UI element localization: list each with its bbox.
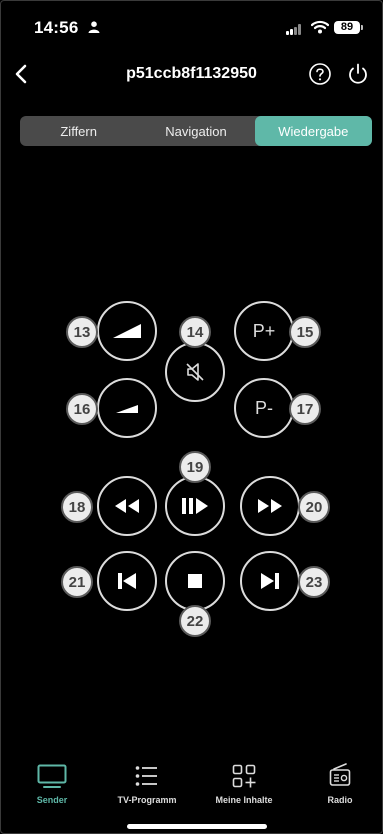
- volume-down-button[interactable]: [97, 378, 157, 438]
- tabbar-label-radio: Radio: [327, 795, 353, 805]
- badge-23: 23: [298, 566, 330, 598]
- tv-icon: [37, 764, 67, 788]
- badge-19: 19: [179, 451, 211, 483]
- program-up-label: P+: [252, 320, 276, 341]
- rewind-button[interactable]: [97, 476, 157, 536]
- status-time: 14:56: [34, 18, 79, 37]
- mute-button[interactable]: [165, 342, 225, 402]
- play-pause-icon: [182, 498, 208, 514]
- badge-17: 17: [289, 393, 321, 425]
- radio-icon: [329, 763, 351, 786]
- volume-down-icon: [116, 405, 138, 413]
- status-bar: 14:56 89: [0, 0, 383, 52]
- signal-icon: [286, 24, 304, 35]
- power-icon[interactable]: [346, 62, 370, 86]
- next-button[interactable]: [240, 551, 300, 611]
- stop-icon: [188, 574, 202, 588]
- fast-forward-icon: [258, 499, 282, 513]
- volume-up-button[interactable]: [97, 301, 157, 361]
- program-up-button[interactable]: P+: [234, 301, 294, 361]
- mode-segmented-control: Ziffern Navigation Wiedergabe: [20, 116, 372, 146]
- badge-16: 16: [66, 393, 98, 425]
- skip-next-icon: [261, 573, 279, 589]
- skip-previous-icon: [118, 573, 136, 589]
- badge-14: 14: [179, 316, 211, 348]
- fast-forward-button[interactable]: [240, 476, 300, 536]
- battery-icon: 89: [334, 21, 360, 34]
- badge-21: 21: [61, 566, 93, 598]
- bottom-tab-bar: Sender TV-Programm Meine Inhalte Radio: [0, 760, 383, 808]
- tab-wiedergabe[interactable]: Wiedergabe: [254, 116, 372, 146]
- rewind-icon: [115, 499, 139, 513]
- tabbar-label-meine-inhalte: Meine Inhalte: [215, 795, 273, 805]
- volume-up-icon: [113, 324, 141, 338]
- list-icon: [135, 766, 157, 786]
- badge-18: 18: [61, 491, 93, 523]
- play-pause-button[interactable]: [165, 476, 225, 536]
- program-down-button[interactable]: P-: [234, 378, 294, 438]
- home-indicator[interactable]: [127, 824, 267, 829]
- badge-22: 22: [179, 605, 211, 637]
- tab-ziffern[interactable]: Ziffern: [20, 116, 137, 146]
- mute-icon: [186, 363, 204, 381]
- wifi-icon: [311, 20, 329, 34]
- battery-tip: [361, 25, 363, 30]
- badge-13: 13: [66, 316, 98, 348]
- person-icon: [88, 21, 100, 33]
- grid-plus-icon: [232, 764, 256, 788]
- tab-navigation[interactable]: Navigation: [137, 116, 254, 146]
- previous-button[interactable]: [97, 551, 157, 611]
- tabbar-label-tv-programm: TV-Programm: [117, 795, 177, 805]
- badge-15: 15: [289, 316, 321, 348]
- stop-button[interactable]: [165, 551, 225, 611]
- badge-20: 20: [298, 491, 330, 523]
- tabbar-label-sender: Sender: [36, 795, 68, 805]
- help-icon[interactable]: [308, 62, 332, 86]
- program-down-label: P-: [255, 397, 273, 418]
